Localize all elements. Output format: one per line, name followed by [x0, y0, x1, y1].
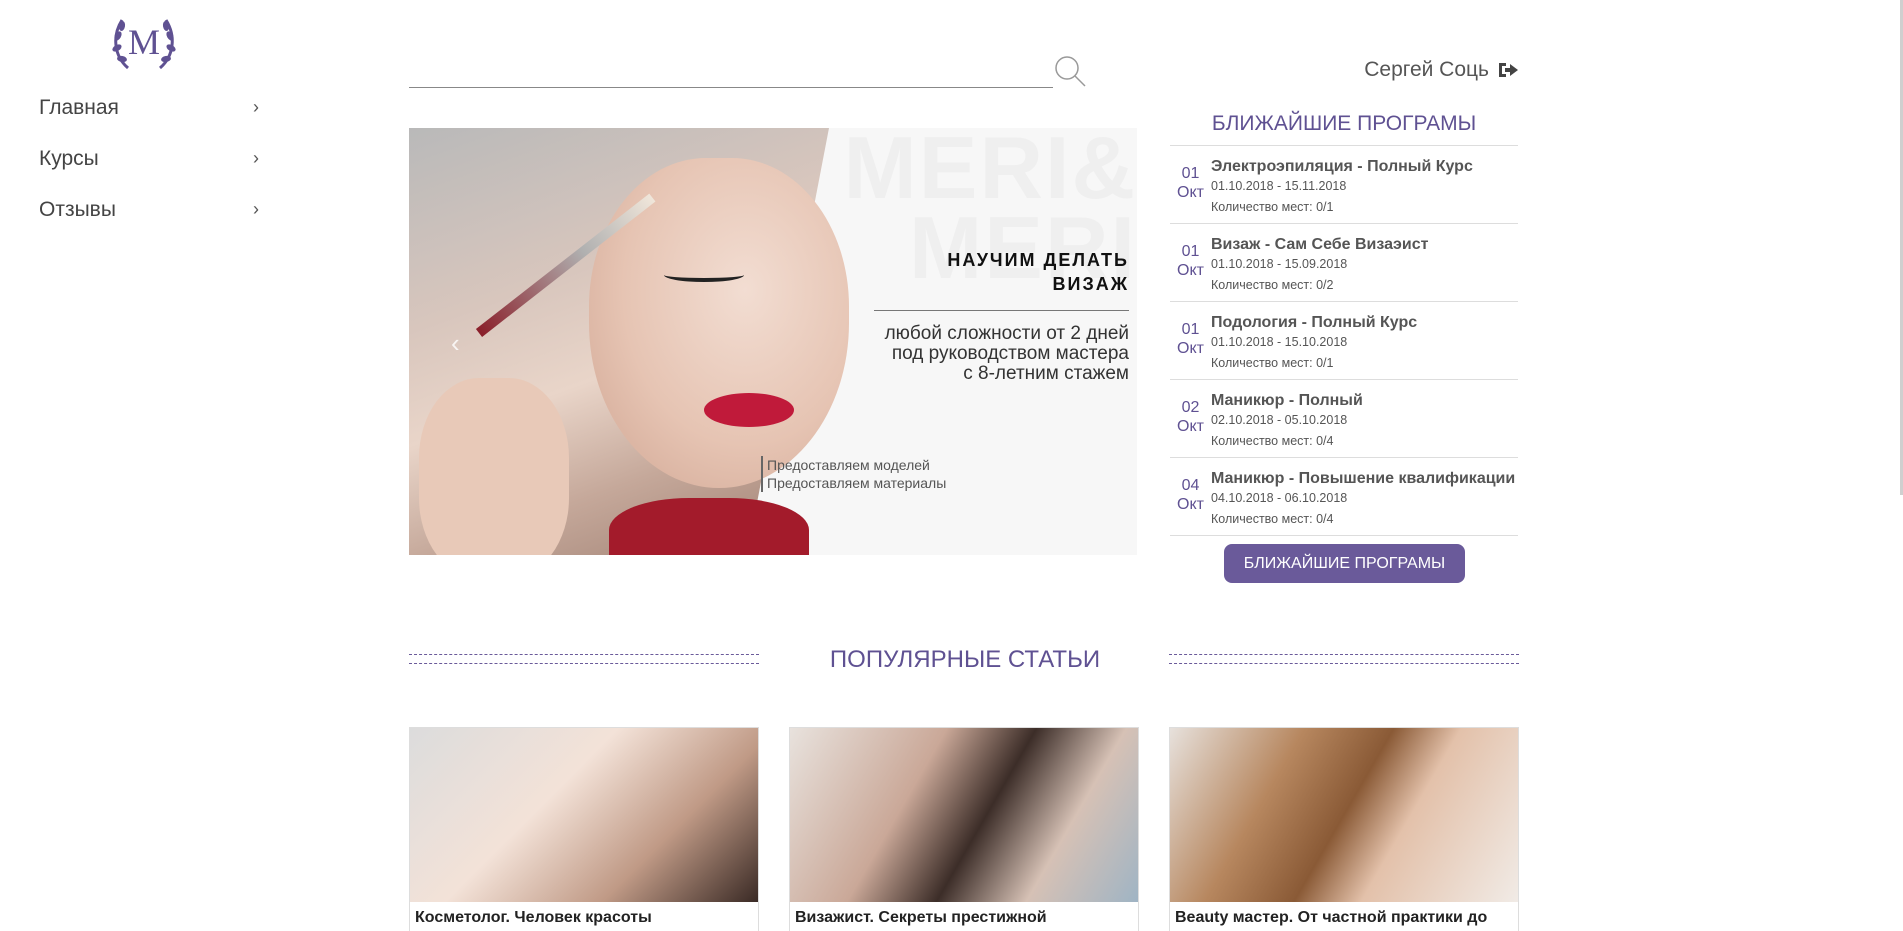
sidebar-item-home[interactable]: Главная › — [39, 82, 265, 133]
program-name: Визаж - Сам Себе Визаэист — [1211, 236, 1429, 253]
chevron-right-icon: › — [253, 148, 259, 168]
logo-letter: M — [128, 22, 160, 62]
article-card[interactable]: Beauty мастер. От частной практики до — [1169, 727, 1519, 931]
user-name: Сергей Соць — [1364, 58, 1489, 81]
banner-headline: НАУЧИМ ДЕЛАТЬ ВИЗАЖ — [947, 250, 1129, 294]
program-seats: Количество мест: 0/1 — [1211, 200, 1334, 214]
program-date: 01 Окт — [1177, 243, 1204, 279]
logout-icon[interactable] — [1497, 60, 1519, 80]
article-image — [410, 728, 758, 902]
program-range: 02.10.2018 - 05.10.2018 — [1211, 413, 1348, 427]
program-range: 04.10.2018 - 06.10.2018 — [1211, 491, 1348, 505]
sidebar-item-reviews[interactable]: Отзывы › — [39, 184, 265, 235]
program-item[interactable]: 01 Окт Визаж - Сам Себе Визаэист 01.10.20… — [1170, 224, 1518, 302]
programs-title: БЛИЖАЙШИЕ ПРОГРАМЫ — [1211, 112, 1477, 135]
program-seats: Количество мест: 0/2 — [1211, 278, 1334, 292]
section-divider-right — [1169, 654, 1519, 664]
sidebar-nav: Главная › Курсы › Отзывы › — [39, 82, 265, 235]
program-item[interactable]: 01 Окт Электроэпиляция - Полный Курс 01.1… — [1170, 146, 1518, 224]
program-range: 01.10.2018 - 15.10.2018 — [1211, 335, 1348, 349]
popular-title: ПОПУЛЯРНЫЕ СТАТЬИ — [829, 646, 1101, 673]
all-programs-button[interactable]: БЛИЖАЙШИЕ ПРОГРАМЫ — [1224, 544, 1465, 583]
program-seats: Количество мест: 0/4 — [1211, 434, 1334, 448]
program-name: Маникюр - Полный — [1211, 392, 1363, 409]
section-divider-left — [409, 654, 759, 664]
banner-eye — [664, 268, 744, 282]
program-date: 01 Окт — [1177, 165, 1204, 201]
sidebar-item-label: Отзывы — [39, 197, 116, 221]
program-range: 01.10.2018 - 15.09.2018 — [1211, 257, 1348, 271]
program-range: 01.10.2018 - 15.11.2018 — [1211, 179, 1347, 193]
programs-list: 01 Окт Электроэпиляция - Полный Курс 01.1… — [1170, 145, 1518, 536]
article-caption: Косметолог. Человек красоты — [415, 909, 652, 926]
search-icon[interactable] — [1053, 54, 1087, 88]
user-menu[interactable]: Сергей Соць — [1364, 58, 1519, 82]
sidebar-item-label: Курсы — [39, 146, 99, 170]
article-image — [790, 728, 1138, 902]
chevron-right-icon: › — [253, 97, 259, 117]
banner-hand — [419, 378, 569, 555]
program-item[interactable]: 02 Окт Маникюр - Полный 02.10.2018 - 05.1… — [1170, 380, 1518, 458]
banner-divider — [874, 310, 1129, 311]
sidebar-item-courses[interactable]: Курсы › — [39, 133, 265, 184]
program-seats: Количество мест: 0/4 — [1211, 512, 1334, 526]
article-caption: Beauty мастер. От частной практики до — [1175, 909, 1488, 926]
carousel-prev-icon[interactable]: ‹ — [451, 328, 460, 359]
banner-shirt — [609, 498, 809, 555]
brand-logo[interactable]: M — [108, 6, 180, 78]
article-caption: Визажист. Секреты престижной — [795, 909, 1047, 926]
banner-note: Предоставляем моделей Предоставляем мате… — [761, 456, 946, 492]
banner-lips — [704, 393, 794, 427]
article-image — [1170, 728, 1518, 902]
article-card[interactable]: Визажист. Секреты престижной — [789, 727, 1139, 931]
program-item[interactable]: 01 Окт Подология - Полный Курс 01.10.2018… — [1170, 302, 1518, 380]
banner-subtitle: любой сложности от 2 дней под руководств… — [884, 323, 1129, 384]
article-card[interactable]: Косметолог. Человек красоты — [409, 727, 759, 931]
search-bar — [409, 52, 1087, 88]
program-item[interactable]: 04 Окт Маникюр - Повышение квалификации 0… — [1170, 458, 1518, 536]
chevron-right-icon: › — [253, 199, 259, 219]
program-name: Электроэпиляция - Полный Курс — [1211, 158, 1473, 175]
program-date: 04 Окт — [1177, 477, 1204, 513]
sidebar-item-label: Главная — [39, 95, 119, 119]
program-name: Маникюр - Повышение квалификации — [1211, 470, 1516, 487]
program-date: 01 Окт — [1177, 321, 1204, 357]
program-name: Подология - Полный Курс — [1211, 314, 1418, 331]
program-date: 02 Окт — [1177, 399, 1204, 435]
banner-face — [589, 158, 849, 488]
search-input[interactable] — [409, 52, 1053, 88]
hero-banner[interactable]: MERI& MERI НАУЧИМ ДЕЛАТЬ ВИЗАЖ любой сло… — [409, 128, 1137, 555]
program-seats: Количество мест: 0/1 — [1211, 356, 1334, 370]
